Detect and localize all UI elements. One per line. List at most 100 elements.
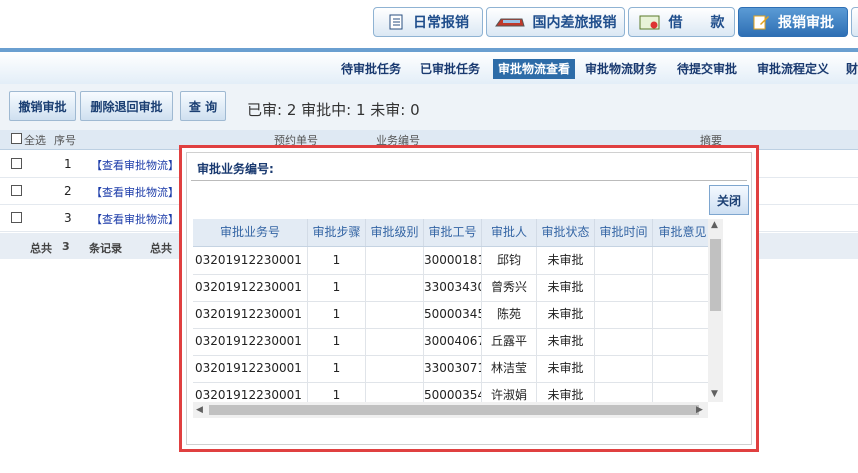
row-seq: 3 — [64, 211, 72, 225]
cell-status: 未审批 — [537, 328, 595, 355]
cell-time — [595, 328, 653, 355]
cell-approver: 曾秀兴 — [482, 274, 537, 301]
tab-pending-tasks[interactable]: 待审批任务 — [341, 59, 401, 79]
scroll-right-icon[interactable]: ▶ — [696, 405, 703, 415]
approval-row: 03201912230001 1 33003071 林洁莹 未审批 — [193, 355, 708, 383]
approval-row: 03201912230001 1 50000345 陈苑 未审批 — [193, 301, 708, 329]
approval-detail-dialog: 审批业务编号: 关闭 审批业务号 审批步骤 审批级别 审批工号 审批人 审批状态… — [179, 145, 759, 452]
cell-level — [366, 328, 424, 355]
tab-approval-flow-definition[interactable]: 审批流程定义 — [757, 59, 829, 79]
cell-step: 1 — [308, 301, 366, 328]
cell-biz-no: 03201912230001 — [193, 301, 308, 328]
cell-biz-no: 03201912230001 — [193, 247, 308, 274]
cell-level — [366, 301, 424, 328]
loan-button[interactable]: 借 款 — [628, 7, 735, 37]
cell-approver: 邱钧 — [482, 247, 537, 274]
dialog-body: 审批业务编号: 关闭 审批业务号 审批步骤 审批级别 审批工号 审批人 审批状态… — [186, 152, 752, 445]
domestic-travel-label: 国内差旅报销 — [532, 15, 617, 31]
select-all-checkbox[interactable] — [11, 133, 22, 144]
tab-finance-truncated[interactable]: 财 — [846, 59, 858, 79]
col-time: 审批时间 — [595, 219, 653, 246]
cell-status: 未审批 — [537, 274, 595, 301]
approval-row: 03201912230001 1 33003430 曾秀兴 未审批 — [193, 274, 708, 302]
col-step: 审批步骤 — [308, 219, 366, 246]
daily-reimbursement-label: 日常报销 — [413, 15, 469, 31]
horizontal-scrollbar[interactable]: ◀ ▶ — [193, 402, 708, 418]
total-count: 3 — [62, 240, 70, 253]
seq-header: 序号 — [54, 134, 76, 147]
edit-icon — [752, 14, 770, 30]
daily-reimbursement-button[interactable]: 日常报销 — [373, 7, 483, 37]
cell-emp-no: 50000345 — [424, 301, 482, 328]
cell-time — [595, 247, 653, 274]
col-biz-no: 审批业务号 — [193, 219, 308, 246]
notebook-icon — [387, 14, 405, 30]
tab-approved-tasks[interactable]: 已审批任务 — [420, 59, 480, 79]
horizontal-scroll-thumb[interactable] — [209, 405, 699, 415]
row-seq: 2 — [64, 184, 72, 198]
query-button[interactable]: 查 询 — [180, 91, 226, 121]
revoke-approval-button[interactable]: 撤销审批 — [9, 91, 76, 121]
cell-biz-no: 03201912230001 — [193, 328, 308, 355]
tab-approval-logistics-finance[interactable]: 审批物流财务 — [585, 59, 657, 79]
more-nav-button[interactable] — [851, 7, 858, 37]
approval-button[interactable]: 报销审批 — [738, 7, 848, 37]
row-checkbox[interactable] — [11, 185, 22, 196]
cell-level — [366, 274, 424, 301]
cell-emp-no: 30004067 — [424, 328, 482, 355]
approval-label: 报销审批 — [778, 15, 834, 31]
vertical-scroll-thumb[interactable] — [710, 239, 721, 311]
scroll-up-icon[interactable]: ▲ — [711, 220, 718, 230]
total-label-2: 总共 — [150, 242, 172, 255]
approval-row: 03201912230001 1 30004067 丘露平 未审批 — [193, 328, 708, 356]
cell-approver: 林洁莹 — [482, 355, 537, 382]
cell-emp-no: 30000181 — [424, 247, 482, 274]
delete-return-approval-button[interactable]: 删除退回审批 — [80, 91, 173, 121]
cell-level — [366, 355, 424, 382]
cell-status: 未审批 — [537, 247, 595, 274]
cell-emp-no: 33003071 — [424, 355, 482, 382]
cell-opinion — [653, 301, 708, 328]
loan-label: 借 款 — [668, 15, 725, 31]
close-button[interactable]: 关闭 — [709, 185, 749, 215]
select-all-label: 全选 — [24, 134, 46, 147]
toolbar: 撤销审批 删除退回审批 查 询 — [0, 84, 858, 130]
view-approval-logistics-link[interactable]: 【查看审批物流】 — [91, 157, 179, 173]
view-approval-logistics-link[interactable]: 【查看审批物流】 — [91, 184, 179, 200]
col-level: 审批级别 — [366, 219, 424, 246]
cell-approver: 陈苑 — [482, 301, 537, 328]
cell-step: 1 — [308, 355, 366, 382]
cell-time — [595, 274, 653, 301]
cell-level — [366, 247, 424, 274]
scroll-down-icon[interactable]: ▼ — [711, 389, 718, 399]
total-unit: 条记录 — [89, 242, 122, 255]
cell-step: 1 — [308, 274, 366, 301]
cell-status: 未审批 — [537, 355, 595, 382]
cell-status: 未审批 — [537, 301, 595, 328]
dialog-title: 审批业务编号: — [197, 162, 274, 176]
cell-biz-no: 03201912230001 — [193, 274, 308, 301]
domestic-travel-button[interactable]: 国内差旅报销 — [486, 7, 625, 37]
tab-bar: 待审批任务 已审批任务 审批物流查看 审批物流财务 待提交审批 审批流程定义 财 — [0, 52, 858, 85]
cell-opinion — [653, 328, 708, 355]
approval-status-summary: 已审: 2 审批中: 1 未审: 0 — [247, 101, 420, 119]
dialog-title-divider — [191, 180, 747, 181]
cell-opinion — [653, 247, 708, 274]
row-checkbox[interactable] — [11, 158, 22, 169]
total-label: 总共 — [30, 242, 52, 255]
scroll-left-icon[interactable]: ◀ — [196, 405, 203, 415]
tab-pending-submit[interactable]: 待提交审批 — [677, 59, 737, 79]
cell-opinion — [653, 274, 708, 301]
tab-approval-logistics-view[interactable]: 审批物流查看 — [493, 59, 576, 79]
cell-step: 1 — [308, 328, 366, 355]
top-nav: 日常报销 国内差旅报销 借 款 报销审批 — [0, 0, 858, 50]
col-approver: 审批人 — [482, 219, 537, 246]
view-approval-logistics-link[interactable]: 【查看审批物流】 — [91, 211, 179, 227]
vertical-scrollbar[interactable]: ▲ ▼ — [708, 219, 723, 402]
cell-biz-no: 03201912230001 — [193, 355, 308, 382]
approval-table-header: 审批业务号 审批步骤 审批级别 审批工号 审批人 审批状态 审批时间 审批意见 — [193, 219, 708, 247]
col-status: 审批状态 — [537, 219, 595, 246]
cell-approver: 丘露平 — [482, 328, 537, 355]
row-checkbox[interactable] — [11, 212, 22, 223]
cell-step: 1 — [308, 247, 366, 274]
